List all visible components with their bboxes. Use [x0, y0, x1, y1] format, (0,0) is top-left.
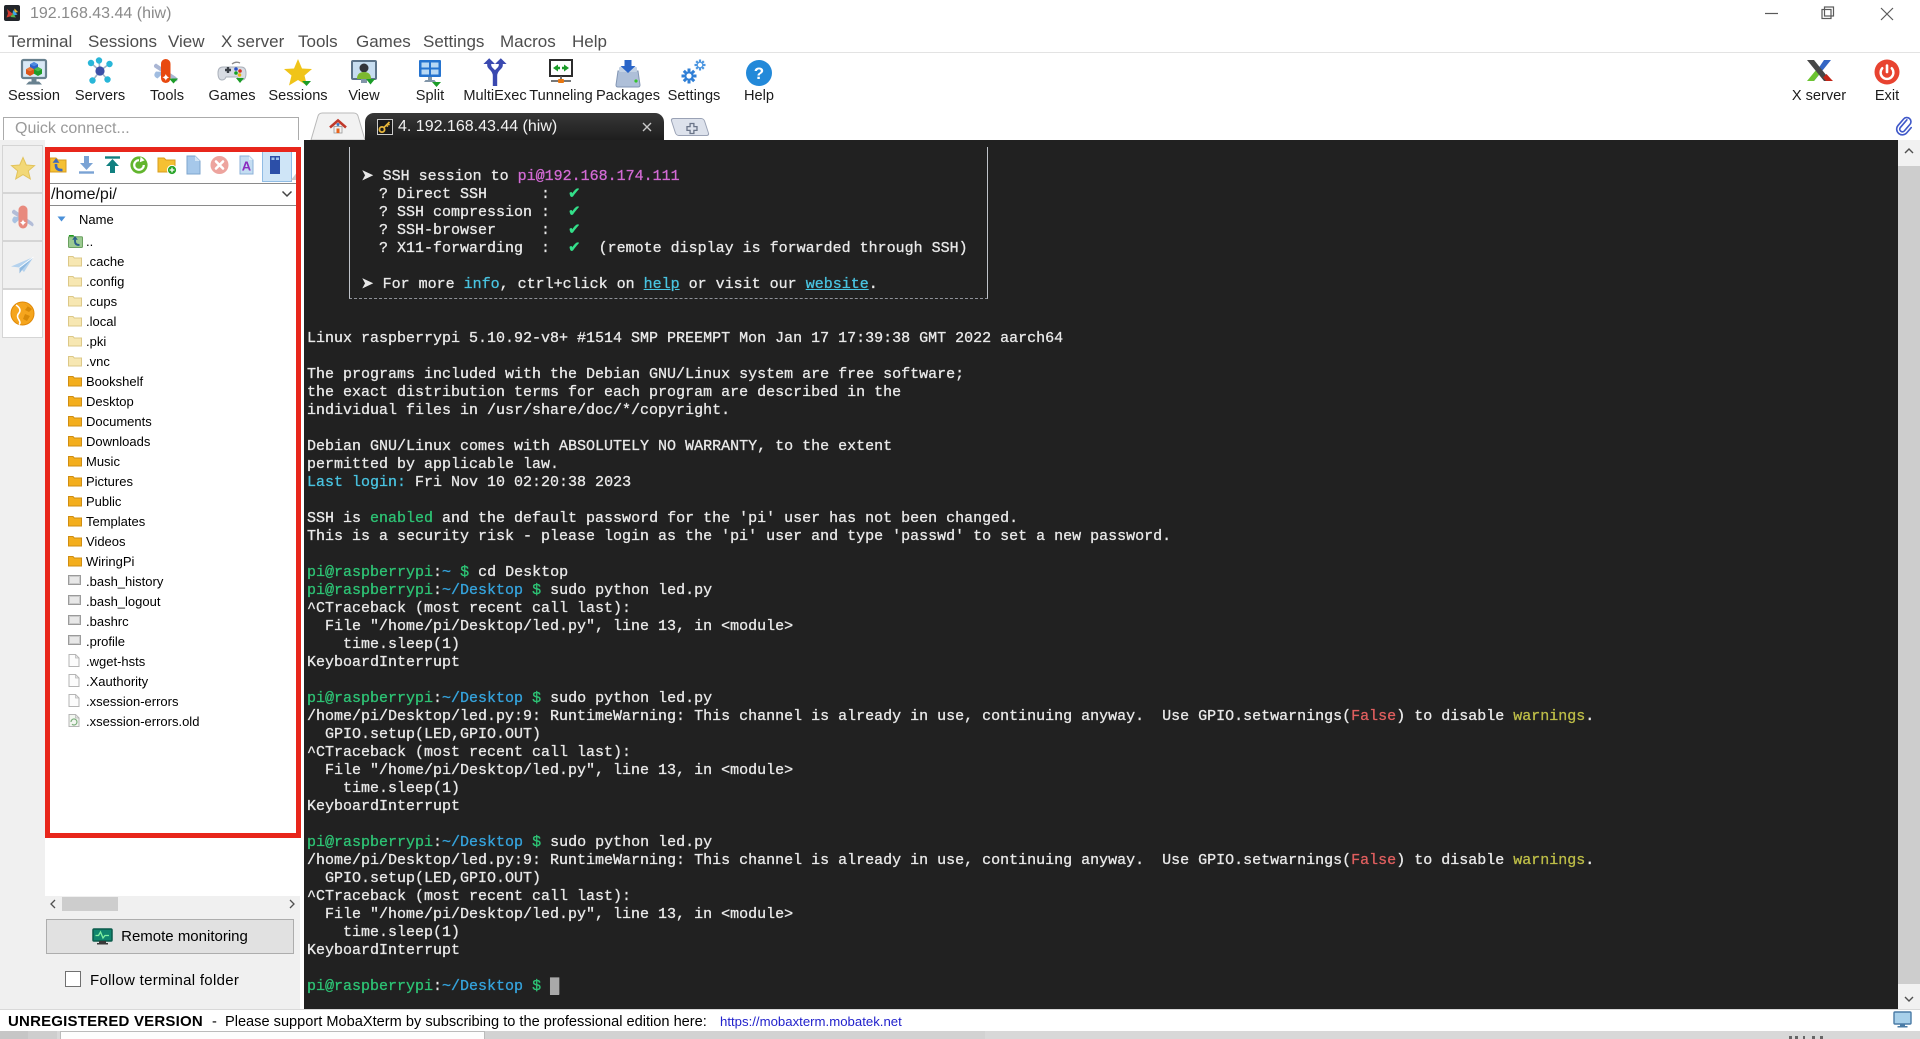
svg-text:?: ? — [754, 64, 764, 83]
